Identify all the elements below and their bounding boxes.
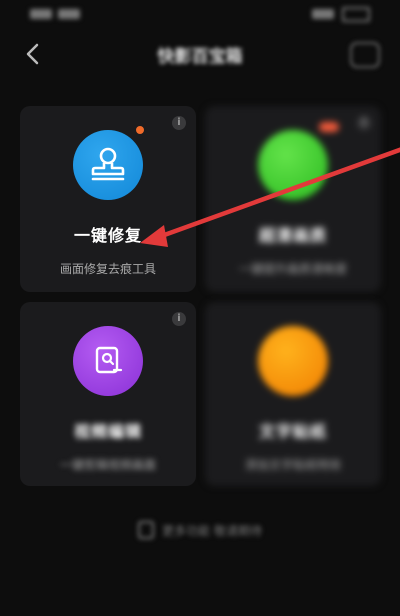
card-subtitle: 添加文字贴纸特效 bbox=[244, 458, 341, 472]
tool-card-repair[interactable]: i 一键修复 画面修复去痕工具 bbox=[20, 106, 196, 292]
box-icon bbox=[138, 521, 155, 539]
info-icon[interactable]: i bbox=[172, 116, 186, 130]
header: 快影百宝箱 bbox=[0, 34, 400, 74]
repair-icon-circle bbox=[73, 130, 143, 200]
card-subtitle: 一键提升画质清晰度 bbox=[238, 262, 347, 276]
tool-card-text[interactable]: 文字贴纸 添加文字贴纸特效 bbox=[205, 302, 381, 486]
page-title: 快影百宝箱 bbox=[157, 47, 243, 67]
network-icon bbox=[312, 9, 334, 19]
status-bar bbox=[0, 0, 400, 28]
tool-card-hd[interactable]: i 超清画质 一键提升画质清晰度 bbox=[205, 106, 381, 292]
status-left bbox=[30, 9, 80, 19]
new-dot bbox=[136, 126, 144, 134]
info-icon[interactable]: i bbox=[172, 312, 186, 326]
status-right bbox=[312, 6, 370, 22]
card-title: 视频编辑 bbox=[73, 422, 142, 441]
help-icon[interactable] bbox=[350, 42, 380, 68]
stamp-icon bbox=[91, 147, 125, 181]
text-icon-circle bbox=[258, 326, 328, 396]
battery-icon bbox=[342, 6, 370, 22]
card-title: 文字贴纸 bbox=[258, 422, 327, 441]
image-edit-icon bbox=[95, 346, 123, 374]
info-icon[interactable]: i bbox=[357, 116, 371, 130]
edit-icon-circle bbox=[73, 326, 143, 396]
card-title: 一键修复 bbox=[73, 226, 142, 245]
footer-note: 更多功能 敬请期待 bbox=[0, 520, 400, 540]
card-title: 超清画质 bbox=[258, 226, 327, 245]
wifi-icon bbox=[58, 9, 80, 19]
card-subtitle: 画面修复去痕工具 bbox=[59, 262, 156, 276]
footer-text: 更多功能 敬请期待 bbox=[162, 523, 262, 538]
signal-icon bbox=[30, 9, 52, 19]
new-badge bbox=[319, 122, 339, 132]
tool-card-edit[interactable]: i 视频编辑 一键剪辑视频画面 bbox=[20, 302, 196, 486]
hd-icon-circle bbox=[258, 130, 328, 200]
card-subtitle: 一键剪辑视频画面 bbox=[59, 458, 156, 472]
